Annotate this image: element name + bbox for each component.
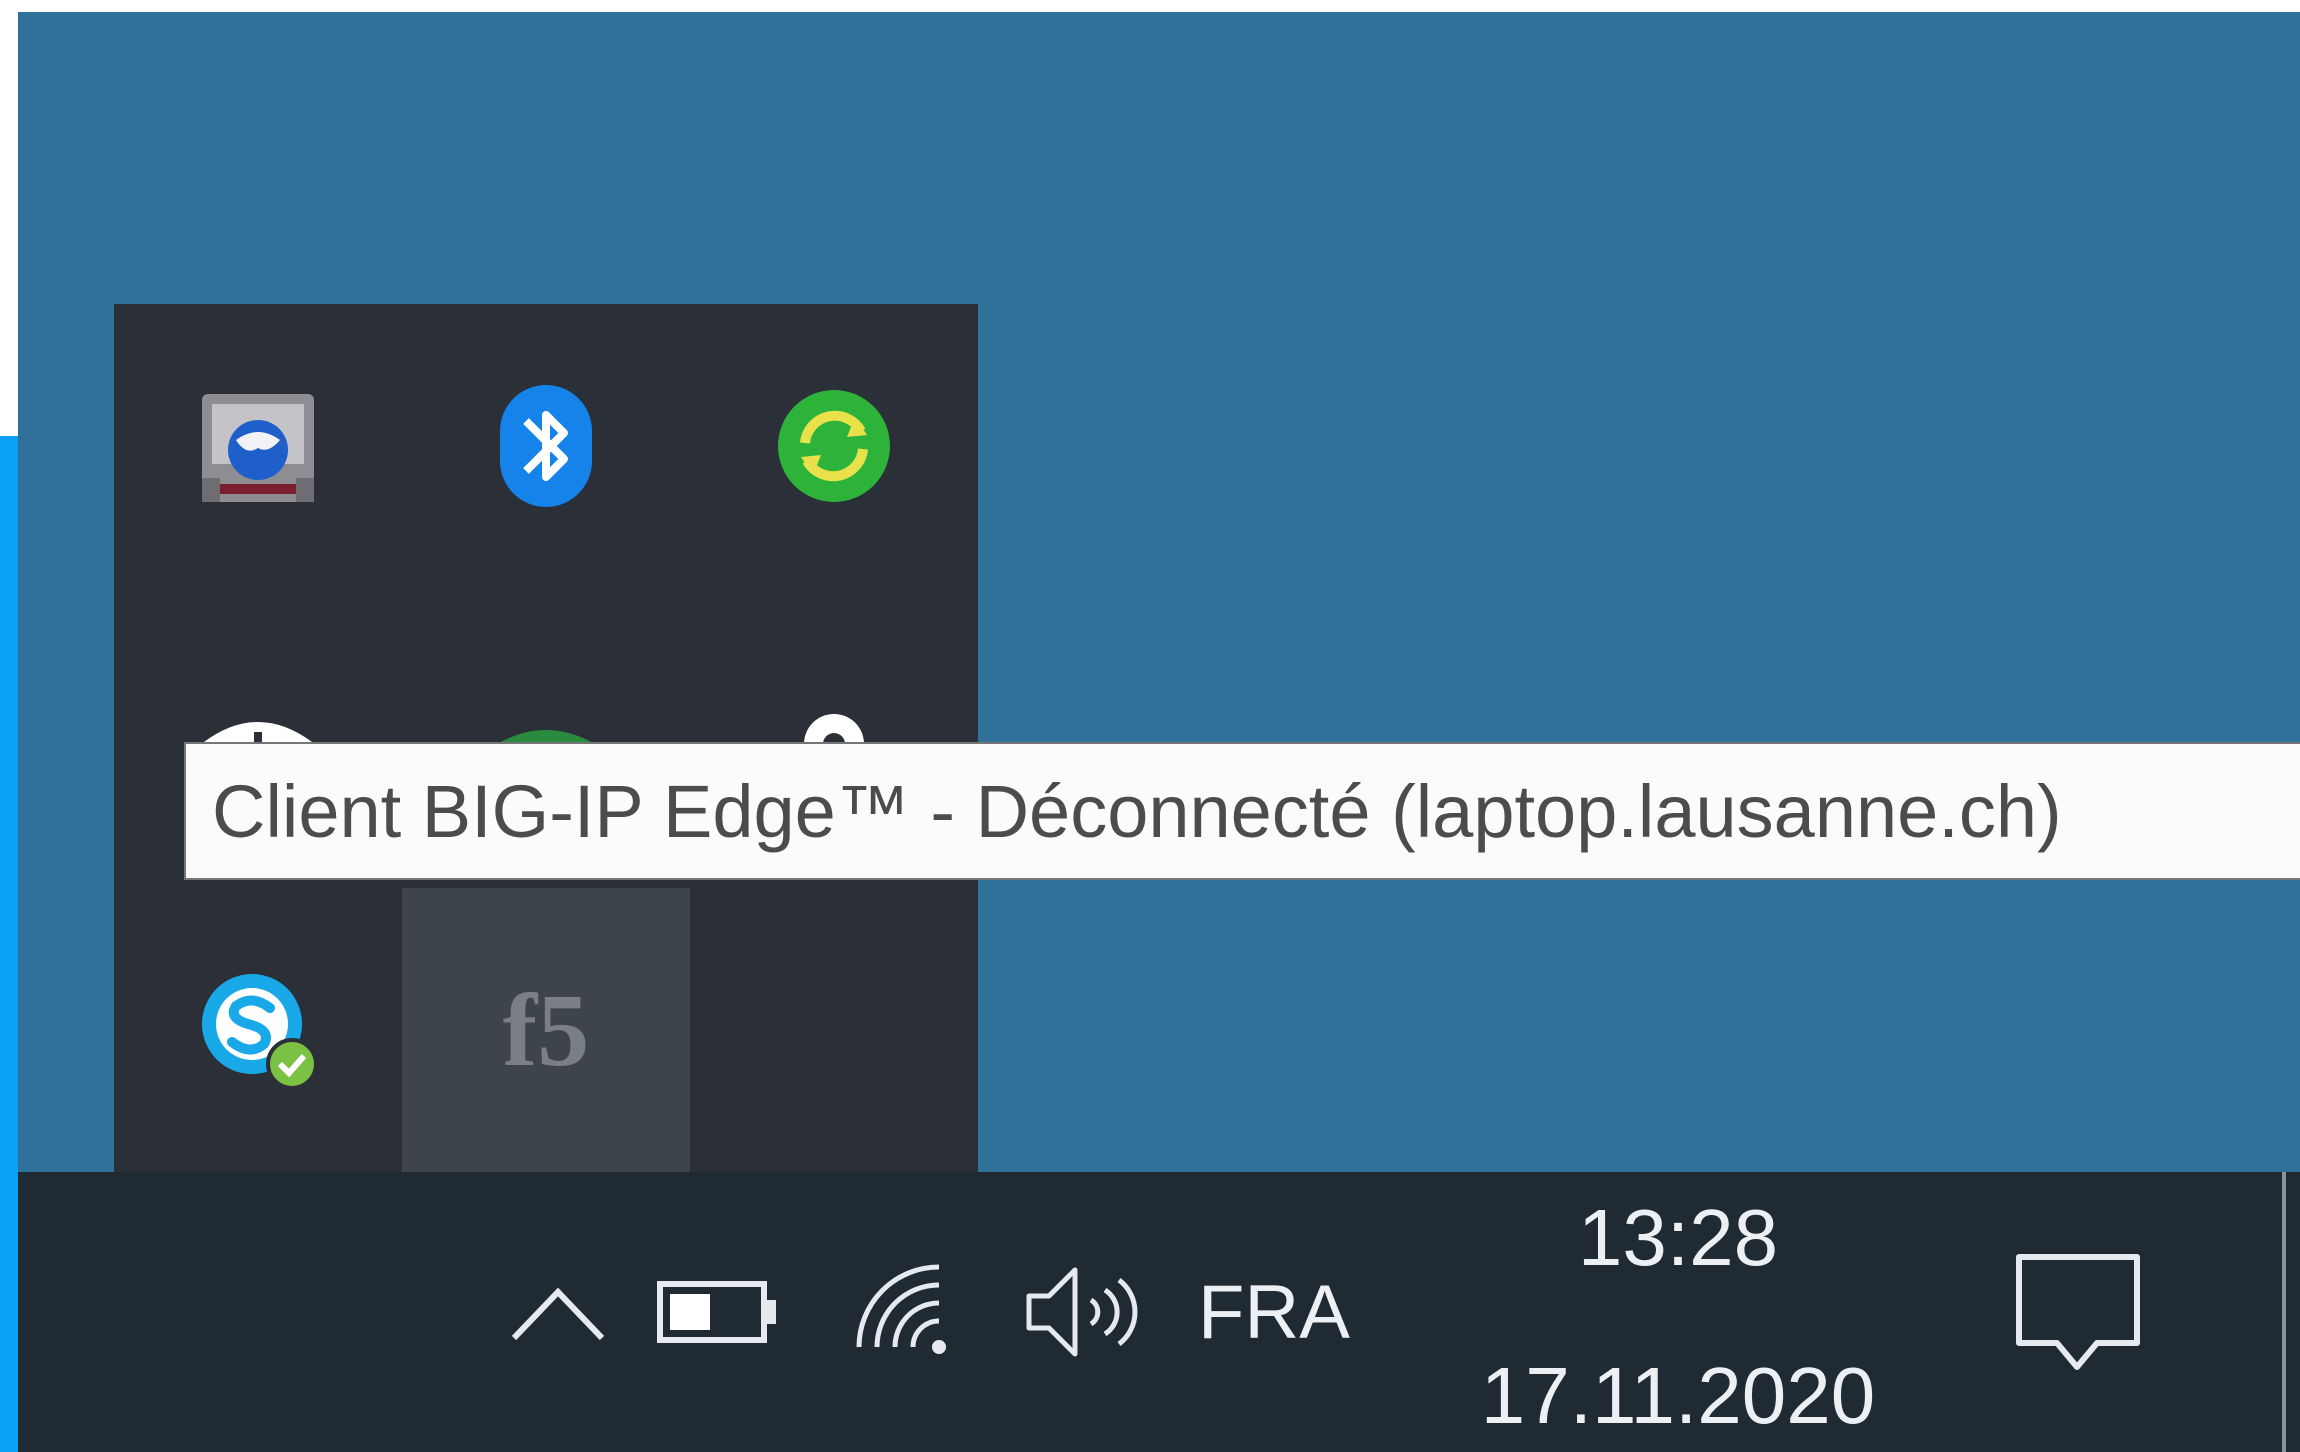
f5-icon-label: f5	[503, 975, 590, 1085]
tooltip-text: Client BIG-IP Edge™ - Déconnecté (laptop…	[212, 769, 2062, 853]
hidden-icons-flyout: f5	[114, 304, 978, 1172]
show-hidden-icons-button[interactable]	[488, 1172, 628, 1452]
chevron-up-icon	[511, 1287, 605, 1341]
tray-item-skype[interactable]	[114, 888, 402, 1172]
wifi-button[interactable]	[838, 1172, 978, 1452]
tray-tooltip: Client BIG-IP Edge™ - Déconnecté (laptop…	[184, 742, 2300, 880]
tray-item-bluetooth[interactable]	[402, 304, 690, 588]
battery-icon	[657, 1281, 776, 1343]
language-indicator[interactable]: FRA	[1198, 1172, 1350, 1452]
sync-icon	[778, 390, 890, 502]
action-center-button[interactable]	[1998, 1172, 2158, 1452]
tray-item-network-globe[interactable]	[114, 304, 402, 588]
bluetooth-icon	[500, 385, 592, 507]
tray-item-sync[interactable]	[690, 304, 978, 588]
notification-icon	[2016, 1254, 2140, 1370]
battery-button[interactable]	[648, 1172, 788, 1452]
volume-icon	[1026, 1267, 1138, 1357]
volume-button[interactable]	[1008, 1172, 1158, 1452]
wifi-icon	[856, 1264, 946, 1354]
f5-icon: f5	[503, 975, 590, 1085]
show-desktop-button[interactable]	[2282, 1172, 2300, 1452]
clock-date: 17.11.2020	[1480, 1351, 1876, 1440]
clock[interactable]: 13:28 17.11.2020	[1438, 1192, 1918, 1442]
taskbar: FRA 13:28 17.11.2020	[18, 1172, 2300, 1452]
skype-icon	[202, 974, 318, 1090]
tray-item-f5[interactable]: f5	[402, 888, 690, 1172]
clock-time: 13:28	[1577, 1193, 1779, 1282]
left-accent-bar	[0, 436, 18, 1452]
network-globe-icon	[202, 394, 314, 502]
